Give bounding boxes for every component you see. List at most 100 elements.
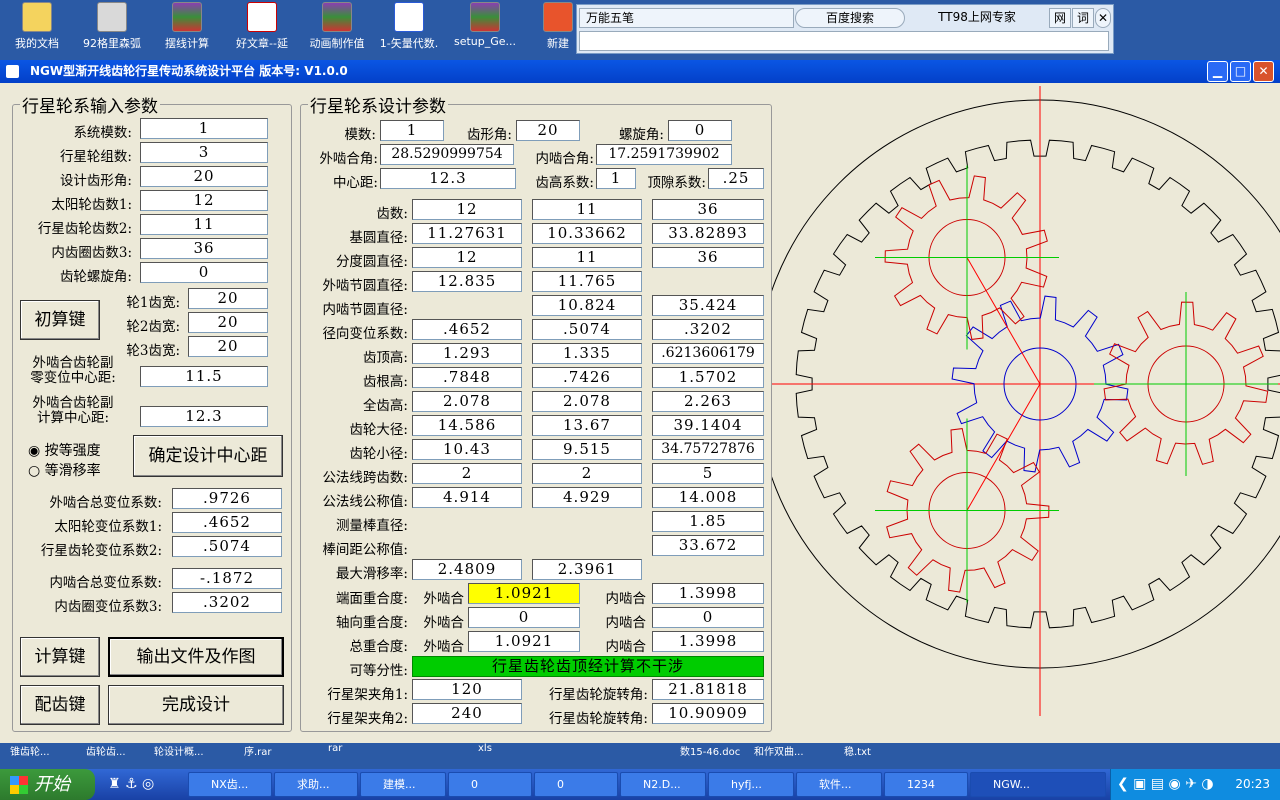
table-cell[interactable]: 39.1404 (652, 415, 764, 436)
calc-center-field[interactable]: 12.3 (140, 406, 268, 427)
output-plot-button[interactable]: 输出文件及作图 (108, 637, 284, 677)
table-cell[interactable]: 10.824 (532, 295, 642, 316)
axial-ext-field[interactable]: 0 (468, 607, 580, 628)
file-label[interactable]: 数15-46.doc (680, 743, 740, 758)
desktop-icon-animation[interactable]: 动画制作值 (300, 2, 374, 51)
table-cell[interactable]: 35.424 (652, 295, 764, 316)
file-label[interactable]: xls (478, 743, 492, 754)
ext-mesh-angle-field[interactable]: 28.5290999754 (380, 144, 514, 165)
table-cell[interactable]: 2.078 (412, 391, 522, 412)
maximize-icon[interactable]: □ (1230, 61, 1251, 82)
radio-equal-strength[interactable]: ◉ 按等强度 (28, 440, 101, 460)
desktop-icon-my-documents[interactable]: 我的文档 (0, 2, 74, 51)
taskbar-button[interactable]: NGW... (970, 772, 1106, 797)
total-int-field[interactable]: 1.3998 (652, 631, 764, 652)
face-width-field[interactable]: 20 (188, 336, 268, 357)
table-cell[interactable]: 2.3961 (532, 559, 642, 580)
table-cell[interactable]: 2 (532, 463, 642, 484)
table-cell[interactable]: .7848 (412, 367, 522, 388)
desktop-icon-article[interactable]: 好文章--延 (225, 2, 299, 51)
input-field[interactable]: 20 (140, 166, 268, 187)
calc-button[interactable]: 计算键 (20, 637, 100, 677)
table-cell[interactable]: .6213606179 (652, 343, 764, 364)
table-cell[interactable]: 1.293 (412, 343, 522, 364)
table-cell[interactable]: 9.515 (532, 439, 642, 460)
desktop-icon-cycloid[interactable]: 摆线计算 (150, 2, 224, 51)
table-cell[interactable]: .5074 (532, 319, 642, 340)
shift-field[interactable]: .4652 (172, 512, 282, 533)
input-field[interactable]: 3 (140, 142, 268, 163)
table-cell[interactable]: 12 (412, 199, 522, 220)
taskbar-button[interactable]: 建模... (360, 772, 446, 797)
table-cell[interactable]: 11.27631 (412, 223, 522, 244)
table-cell[interactable]: 10.33662 (532, 223, 642, 244)
table-cell[interactable]: 1.335 (532, 343, 642, 364)
taskbar-button[interactable]: hyfj... (708, 772, 794, 797)
planet-rotation2-field[interactable]: 10.90909 (652, 703, 764, 724)
file-label[interactable]: 轮设计概... (154, 743, 204, 758)
ime-input-bar[interactable] (579, 31, 1109, 51)
table-cell[interactable]: 36 (652, 199, 764, 220)
table-cell[interactable]: 1.5702 (652, 367, 764, 388)
confirm-center-button[interactable]: 确定设计中心距 (133, 435, 283, 477)
init-calc-button[interactable]: 初算键 (20, 300, 100, 340)
input-field[interactable]: 12 (140, 190, 268, 211)
table-cell[interactable]: 13.67 (532, 415, 642, 436)
baidu-search-button[interactable]: 百度搜索 (795, 8, 905, 28)
table-cell[interactable]: 10.43 (412, 439, 522, 460)
inner-shift-field[interactable]: -.1872 (172, 568, 282, 589)
table-cell[interactable]: .3202 (652, 319, 764, 340)
carrier-angle2-field[interactable]: 240 (412, 703, 522, 724)
file-label[interactable]: 锥齿轮... (10, 743, 50, 758)
carrier-angle1-field[interactable]: 120 (412, 679, 522, 700)
addendum-coef-field[interactable]: 1 (596, 168, 636, 189)
quicklaunch-icons[interactable]: ♜ ⚓ ◎ (108, 776, 154, 792)
radio-equal-slip[interactable]: ○ 等滑移率 (28, 460, 101, 480)
table-cell[interactable]: 33.672 (652, 535, 764, 556)
table-cell[interactable]: 33.82893 (652, 223, 764, 244)
table-cell[interactable]: 4.914 (412, 487, 522, 508)
table-cell[interactable]: 2.4809 (412, 559, 522, 580)
table-cell[interactable]: 1.85 (652, 511, 764, 532)
table-cell[interactable]: 12.835 (412, 271, 522, 292)
table-cell[interactable]: 5 (652, 463, 764, 484)
finish-design-button[interactable]: 完成设计 (108, 685, 284, 725)
input-field[interactable]: 11 (140, 214, 268, 235)
table-cell[interactable]: 14.008 (652, 487, 764, 508)
pressure-angle-field[interactable]: 20 (516, 120, 580, 141)
face-width-field[interactable]: 20 (188, 312, 268, 333)
table-cell[interactable]: 2.078 (532, 391, 642, 412)
table-cell[interactable]: 14.586 (412, 415, 522, 436)
table-cell[interactable]: 34.75727876 (652, 439, 764, 460)
file-label[interactable]: 稳.txt (844, 743, 871, 758)
table-cell[interactable]: 36 (652, 247, 764, 268)
center-distance-field[interactable]: 12.3 (380, 168, 516, 189)
inner-shift-field[interactable]: .3202 (172, 592, 282, 613)
total-ext-field[interactable]: 1.0921 (468, 631, 580, 652)
input-field[interactable]: 0 (140, 262, 268, 283)
planet-rotation1-field[interactable]: 21.81818 (652, 679, 764, 700)
input-field[interactable]: 1 (140, 118, 268, 139)
table-cell[interactable]: 2.263 (652, 391, 764, 412)
table-cell[interactable]: 11 (532, 199, 642, 220)
file-label[interactable]: 和作双曲... (754, 743, 804, 758)
taskbar-button[interactable]: NX齿... (188, 772, 272, 797)
table-cell[interactable]: .7426 (532, 367, 642, 388)
table-cell[interactable]: 11 (532, 247, 642, 268)
clearance-coef-field[interactable]: .25 (708, 168, 764, 189)
table-cell[interactable]: 11.765 (532, 271, 642, 292)
helix-angle-field[interactable]: 0 (668, 120, 732, 141)
zero-center-field[interactable]: 11.5 (140, 366, 268, 387)
file-label[interactable]: 齿轮齿... (86, 743, 126, 758)
ime-close-icon[interactable]: ✕ (1095, 8, 1111, 28)
desktop-icon-vector[interactable]: 1-矢量代数. (372, 2, 446, 51)
desktop-icon-setup[interactable]: setup_Ge... (448, 2, 522, 48)
start-button[interactable]: 开始 (0, 769, 95, 800)
input-field[interactable]: 36 (140, 238, 268, 259)
close-icon[interactable]: ✕ (1253, 61, 1274, 82)
ime-dict-button[interactable]: 词 (1072, 8, 1094, 28)
file-label[interactable]: 序.rar (244, 743, 272, 758)
ime-title[interactable]: 万能五笔 (579, 8, 794, 28)
table-cell[interactable]: .4652 (412, 319, 522, 340)
table-cell[interactable]: 2 (412, 463, 522, 484)
